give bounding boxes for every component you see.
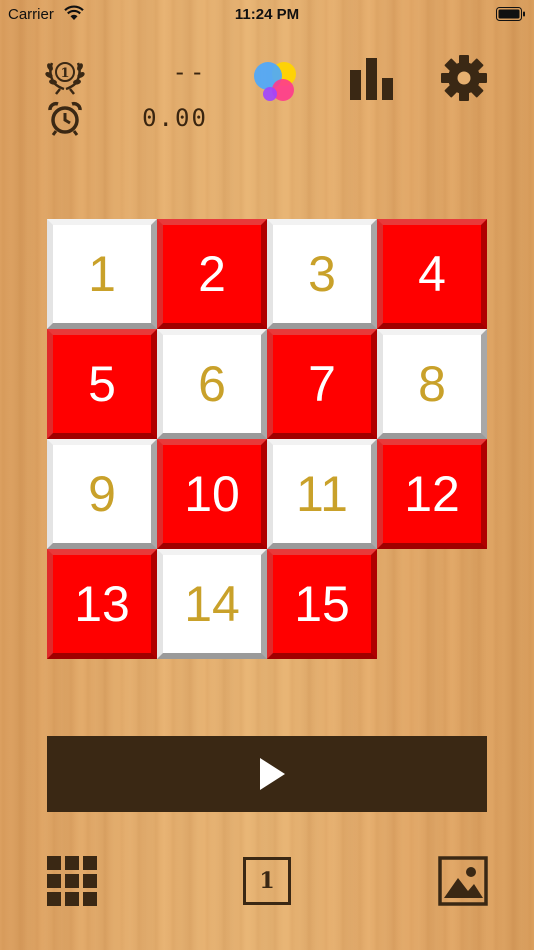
puzzle-tile[interactable]: 12 bbox=[377, 439, 487, 549]
puzzle-tile[interactable]: 6 bbox=[157, 329, 267, 439]
puzzle-board: 1 2 3 4 5 6 7 8 9 10 11 12 13 14 15 bbox=[47, 219, 487, 659]
grid-icon[interactable] bbox=[47, 856, 97, 906]
tile-number: 13 bbox=[74, 576, 130, 632]
game-center-icon[interactable] bbox=[250, 56, 300, 104]
tile-number: 12 bbox=[404, 466, 460, 522]
alarm-clock-icon bbox=[48, 101, 82, 136]
puzzle-tile[interactable]: 13 bbox=[47, 549, 157, 659]
laurel-badge-digit: 1 bbox=[60, 66, 69, 81]
tile-number: 15 bbox=[294, 576, 350, 632]
numbers-mode-label: 1 bbox=[259, 868, 275, 894]
puzzle-tile[interactable]: 14 bbox=[157, 549, 267, 659]
puzzle-tile[interactable]: 9 bbox=[47, 439, 157, 549]
image-icon[interactable] bbox=[438, 856, 488, 906]
laurel-icon: 1 bbox=[45, 62, 85, 95]
puzzle-tile[interactable]: 15 bbox=[267, 549, 377, 659]
timer-value: 0.00 bbox=[142, 104, 208, 132]
status-clock: 11:24 PM bbox=[234, 6, 300, 23]
battery-icon bbox=[496, 7, 525, 21]
bar-chart-icon[interactable] bbox=[348, 58, 398, 100]
tile-number: 2 bbox=[198, 246, 226, 302]
tile-number: 11 bbox=[296, 466, 348, 522]
play-icon bbox=[260, 758, 285, 790]
puzzle-tile[interactable]: 10 bbox=[157, 439, 267, 549]
tile-number: 4 bbox=[418, 246, 446, 302]
puzzle-tile[interactable]: 5 bbox=[47, 329, 157, 439]
status-bar: Carrier 11:24 PM bbox=[0, 0, 534, 30]
puzzle-tile[interactable]: 4 bbox=[377, 219, 487, 329]
gear-icon[interactable] bbox=[440, 54, 488, 102]
tile-number: 9 bbox=[88, 466, 116, 522]
tile-number: 6 bbox=[198, 356, 226, 412]
puzzle-tile[interactable]: 3 bbox=[267, 219, 377, 329]
puzzle-tile[interactable]: 2 bbox=[157, 219, 267, 329]
puzzle-tile[interactable]: 7 bbox=[267, 329, 377, 439]
numbers-mode-button[interactable]: 1 bbox=[243, 857, 291, 905]
tile-number: 1 bbox=[88, 246, 116, 302]
puzzle-tile[interactable]: 1 bbox=[47, 219, 157, 329]
puzzle-tile[interactable]: 8 bbox=[377, 329, 487, 439]
tile-number: 10 bbox=[184, 466, 240, 522]
tile-number: 8 bbox=[418, 356, 446, 412]
tile-number: 7 bbox=[308, 356, 336, 412]
puzzle-tile[interactable]: 11 bbox=[267, 439, 377, 549]
tile-number: 5 bbox=[88, 356, 116, 412]
best-score: -- bbox=[172, 58, 208, 86]
tile-number: 14 bbox=[184, 576, 240, 632]
play-button[interactable] bbox=[47, 736, 487, 812]
tile-number: 3 bbox=[308, 246, 336, 302]
